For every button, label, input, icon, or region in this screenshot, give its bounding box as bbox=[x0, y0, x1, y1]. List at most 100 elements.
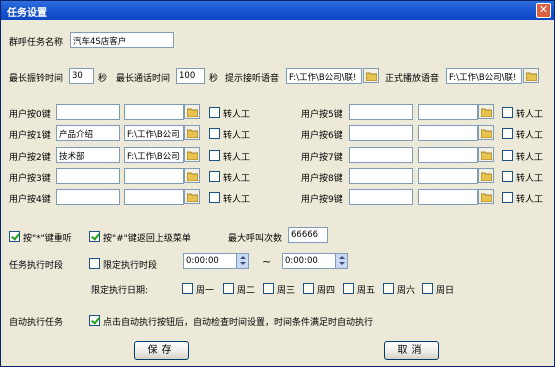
start-time-value: 0:00:00 bbox=[186, 256, 219, 266]
key-name-input[interactable] bbox=[349, 168, 413, 184]
key-name-input[interactable]: 技术部 bbox=[56, 147, 120, 163]
key-voice-path-input[interactable] bbox=[124, 104, 184, 120]
key-label: 用户按1键 bbox=[9, 131, 51, 141]
close-button[interactable]: ✕ bbox=[536, 3, 551, 18]
limit-period-checkbox[interactable] bbox=[89, 258, 100, 269]
cancel-button[interactable]: 取消 bbox=[384, 341, 439, 360]
transfer-label: 转人工 bbox=[223, 131, 251, 141]
max-ring-unit: 秒 bbox=[98, 74, 108, 84]
prompt-voice-input[interactable]: F:\工作\B公司\联! bbox=[286, 68, 362, 84]
folder-icon bbox=[187, 151, 198, 160]
end-time-value: 0:00:00 bbox=[285, 256, 318, 266]
key-voice-path-input[interactable] bbox=[418, 168, 478, 184]
formal-voice-input[interactable]: F:\工作\B公司\联! bbox=[446, 68, 522, 84]
key-name-input[interactable] bbox=[349, 104, 413, 120]
key-voice-browse-button[interactable] bbox=[184, 147, 200, 162]
key-voice-browse-button[interactable] bbox=[184, 125, 200, 140]
prompt-voice-browse-button[interactable] bbox=[363, 68, 379, 83]
max-ring-label: 最长振铃时间 bbox=[9, 74, 64, 84]
transfer-checkbox[interactable] bbox=[502, 192, 513, 203]
key-name-input[interactable] bbox=[349, 189, 413, 205]
key-voice-path-input[interactable] bbox=[418, 125, 478, 141]
transfer-checkbox[interactable] bbox=[502, 107, 513, 118]
transfer-label: 转人工 bbox=[516, 131, 544, 141]
weekday-checkbox[interactable] bbox=[422, 283, 433, 294]
formal-voice-browse-button[interactable] bbox=[523, 68, 539, 83]
max-calls-input[interactable]: 66666 bbox=[288, 227, 328, 243]
key-voice-browse-button[interactable] bbox=[478, 168, 494, 183]
key-label: 用户按0键 bbox=[9, 110, 51, 120]
key-label: 用户按3键 bbox=[9, 174, 51, 184]
key-name-input[interactable]: 产品介绍 bbox=[56, 125, 120, 141]
transfer-checkbox[interactable] bbox=[209, 150, 220, 161]
weekday-checkbox[interactable] bbox=[383, 283, 394, 294]
star-replay-checkbox[interactable] bbox=[9, 231, 20, 242]
transfer-label: 转人工 bbox=[223, 174, 251, 184]
key-voice-browse-button[interactable] bbox=[184, 168, 200, 183]
transfer-label: 转人工 bbox=[516, 195, 544, 205]
key-label: 用户按5键 bbox=[301, 110, 343, 120]
save-button[interactable]: 保存 bbox=[134, 341, 189, 360]
key-name-input[interactable] bbox=[349, 147, 413, 163]
weekday-checkbox[interactable] bbox=[343, 283, 354, 294]
weekday-checkbox[interactable] bbox=[223, 283, 234, 294]
key-voice-path-input[interactable] bbox=[418, 104, 478, 120]
transfer-checkbox[interactable] bbox=[502, 150, 513, 161]
folder-icon bbox=[187, 108, 198, 117]
weekday-checkbox[interactable] bbox=[303, 283, 314, 294]
transfer-checkbox[interactable] bbox=[209, 171, 220, 182]
title-bar[interactable]: 任务设置 ✕ bbox=[1, 1, 554, 20]
start-time-spinner[interactable] bbox=[236, 254, 248, 268]
weekday-checkbox[interactable] bbox=[263, 283, 274, 294]
key-voice-path-input[interactable]: F:\工作\B公司 bbox=[124, 125, 184, 141]
max-call-label: 最长通话时间 bbox=[116, 74, 171, 84]
key-voice-browse-button[interactable] bbox=[478, 147, 494, 162]
key-voice-path-input[interactable] bbox=[124, 168, 184, 184]
weekday-label: 周日 bbox=[436, 286, 455, 296]
auto-exec-checkbox[interactable] bbox=[89, 315, 100, 326]
weekday-label: 周五 bbox=[357, 286, 376, 296]
key-label: 用户按6键 bbox=[301, 131, 343, 141]
key-label: 用户按8键 bbox=[301, 174, 343, 184]
weekday-checkbox[interactable] bbox=[182, 283, 193, 294]
window-title: 任务设置 bbox=[7, 8, 47, 19]
key-voice-browse-button[interactable] bbox=[478, 104, 494, 119]
max-call-input[interactable]: 100 bbox=[176, 68, 205, 84]
key-voice-path-input[interactable]: F:\工作\B公司 bbox=[124, 147, 184, 163]
transfer-checkbox[interactable] bbox=[209, 128, 220, 139]
exec-date-label: 限定执行日期: bbox=[91, 286, 149, 296]
auto-exec-desc: 点击自动执行按钮后，自动检查时间设置，时间条件满足时自动执行 bbox=[103, 318, 374, 328]
end-time-spinner[interactable] bbox=[335, 254, 347, 268]
transfer-checkbox[interactable] bbox=[209, 192, 220, 203]
transfer-checkbox[interactable] bbox=[209, 107, 220, 118]
key-voice-path-input[interactable] bbox=[418, 189, 478, 205]
weekday-label: 周一 bbox=[196, 286, 215, 296]
key-voice-path-input[interactable] bbox=[418, 147, 478, 163]
formal-voice-label: 正式播放语音 bbox=[385, 74, 440, 84]
transfer-checkbox[interactable] bbox=[502, 171, 513, 182]
key-name-input[interactable] bbox=[349, 125, 413, 141]
folder-icon bbox=[481, 172, 492, 181]
transfer-checkbox[interactable] bbox=[502, 128, 513, 139]
key-name-input[interactable] bbox=[56, 104, 120, 120]
star-replay-label: 按"*"键重听 bbox=[23, 234, 72, 244]
end-time-input[interactable]: 0:00:00 bbox=[282, 253, 348, 269]
task-name-input[interactable]: 汽车4S店客户 bbox=[70, 32, 174, 48]
key-voice-browse-button[interactable] bbox=[184, 104, 200, 119]
hash-return-checkbox[interactable] bbox=[89, 231, 100, 242]
max-calls-label: 最大呼叫次数 bbox=[228, 234, 283, 244]
weekday-label: 周二 bbox=[237, 286, 256, 296]
key-voice-path-input[interactable] bbox=[124, 189, 184, 205]
start-time-input[interactable]: 0:00:00 bbox=[183, 253, 249, 269]
key-voice-browse-button[interactable] bbox=[478, 125, 494, 140]
time-range-tilde: ~ bbox=[262, 255, 272, 268]
key-voice-browse-button[interactable] bbox=[478, 189, 494, 204]
key-name-input[interactable] bbox=[56, 168, 120, 184]
key-voice-browse-button[interactable] bbox=[184, 189, 200, 204]
key-label: 用户按7键 bbox=[301, 153, 343, 163]
key-label: 用户按9键 bbox=[301, 195, 343, 205]
folder-icon bbox=[481, 193, 492, 202]
key-name-input[interactable] bbox=[56, 189, 120, 205]
transfer-label: 转人工 bbox=[516, 110, 544, 120]
max-ring-input[interactable]: 30 bbox=[69, 68, 94, 84]
